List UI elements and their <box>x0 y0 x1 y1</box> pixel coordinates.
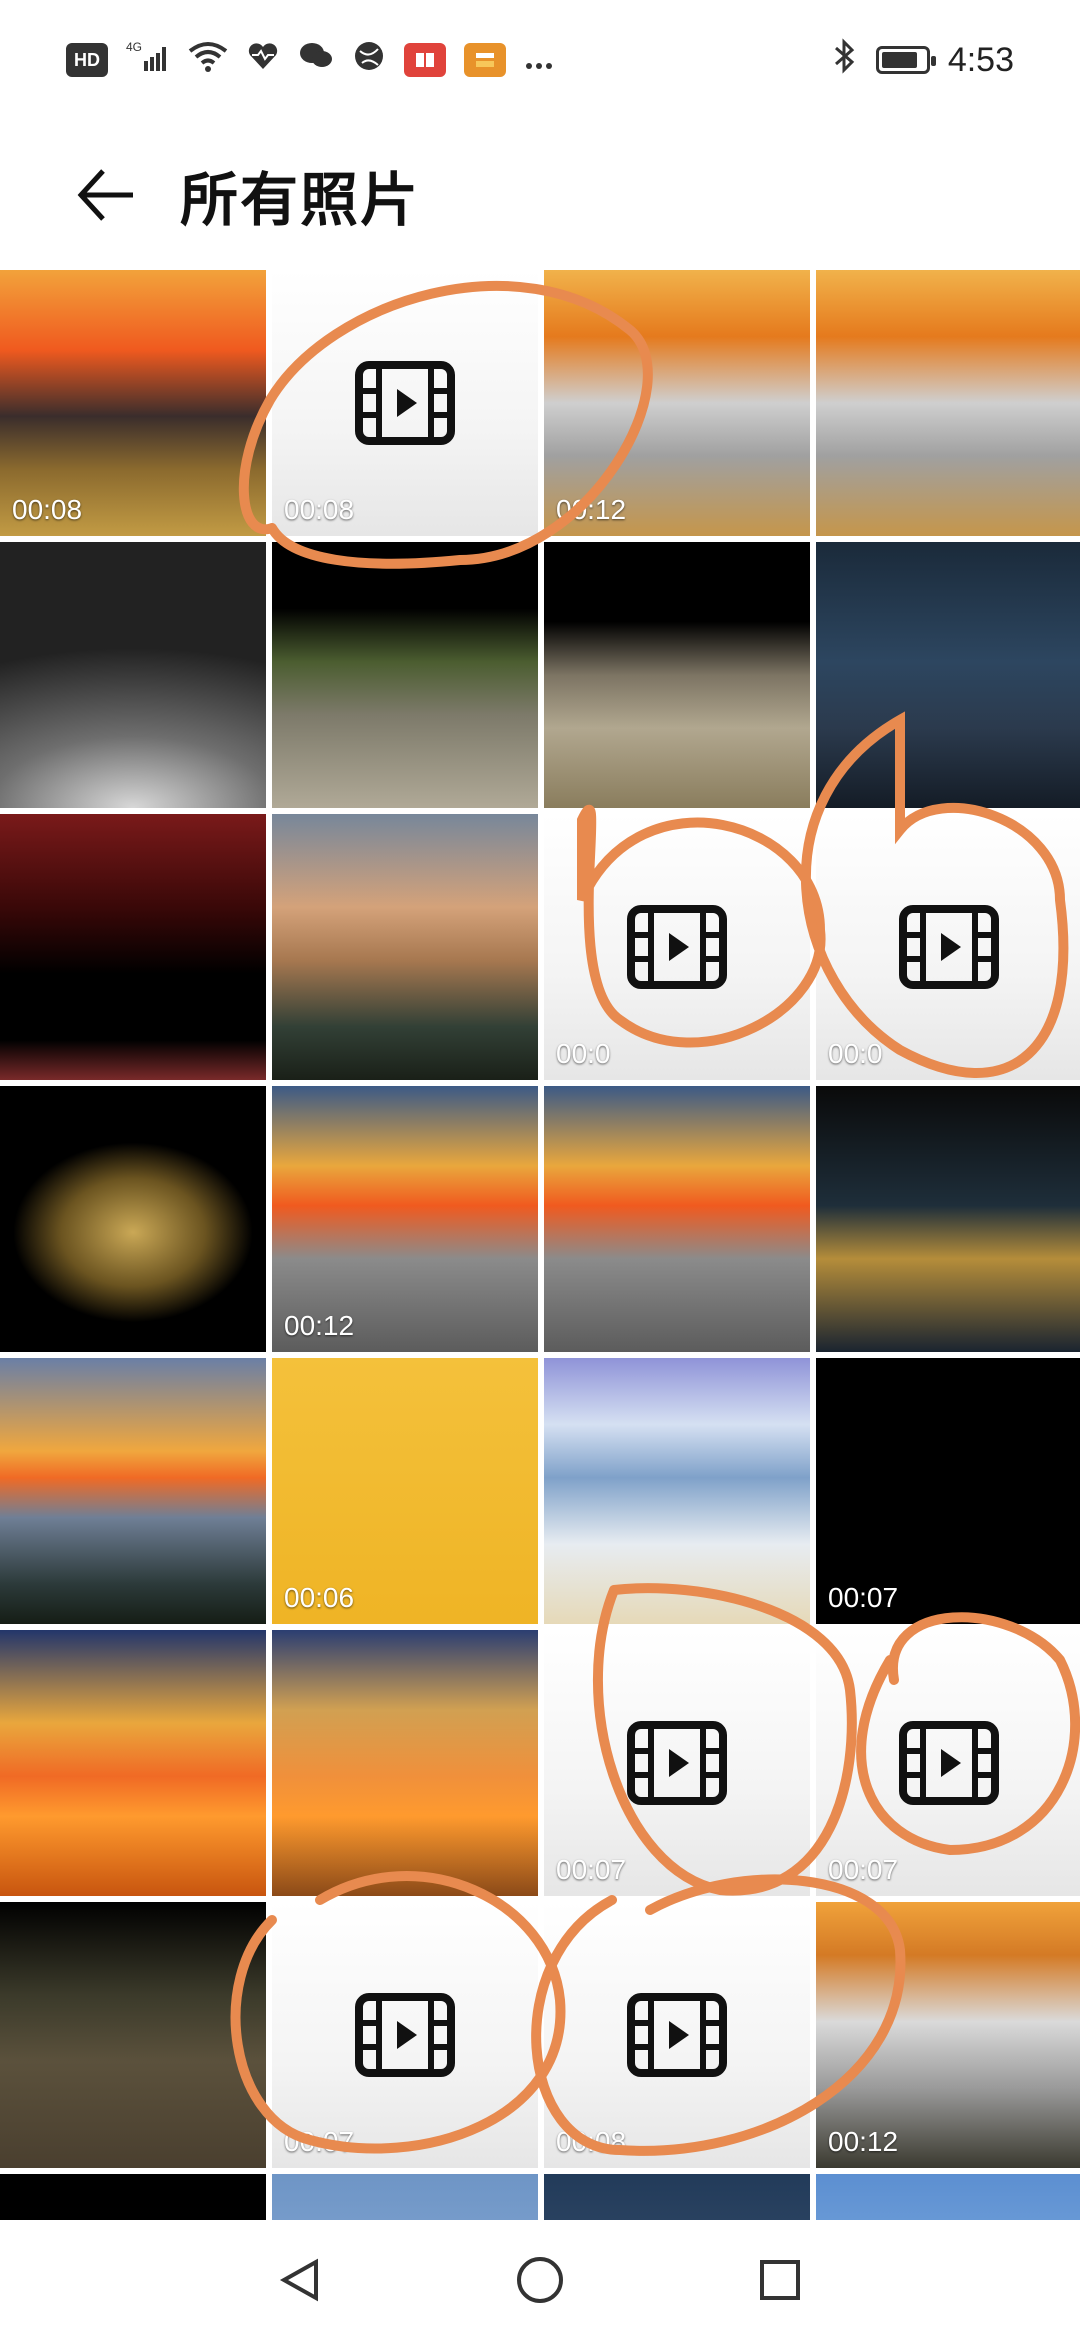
photo-thumbnail[interactable]: 00:06 <box>272 1358 538 1624</box>
shopping-app-icon <box>464 43 506 77</box>
video-play-icon <box>627 1993 727 2077</box>
photo-thumbnail[interactable] <box>0 1086 266 1352</box>
wechat-icon <box>298 39 334 82</box>
bluetooth-icon <box>832 37 858 83</box>
photo-thumbnail[interactable]: 00:12 <box>816 1902 1080 2168</box>
back-button[interactable] <box>70 160 140 230</box>
photo-thumbnail[interactable] <box>272 542 538 808</box>
recents-square-icon <box>760 2260 800 2300</box>
video-duration: 00:08 <box>12 494 83 525</box>
photo-thumbnail[interactable]: 00:12 <box>544 270 810 536</box>
photo-thumbnail[interactable] <box>0 1358 266 1624</box>
photo-thumbnail[interactable] <box>0 1630 266 1896</box>
video-play-icon <box>899 1721 999 1805</box>
photo-thumbnail[interactable] <box>816 542 1080 808</box>
status-right: 4:53 <box>832 37 1014 83</box>
page-title: 所有照片 <box>180 168 421 233</box>
photo-thumbnail[interactable] <box>272 2174 538 2220</box>
arrow-left-icon <box>77 169 133 221</box>
home-circle-icon <box>517 2257 563 2303</box>
video-duration: 00:0 <box>556 1038 611 1069</box>
photo-thumbnail[interactable] <box>544 2174 810 2220</box>
photo-thumbnail[interactable] <box>544 542 810 808</box>
svg-text:4G: 4G <box>126 40 142 54</box>
photo-thumbnail[interactable] <box>0 814 266 1080</box>
video-duration: 00:07 <box>828 1582 899 1613</box>
system-nav-bar <box>0 2220 1080 2340</box>
photo-thumbnail[interactable]: 00:08 <box>0 270 266 536</box>
video-duration: 00:12 <box>556 494 627 525</box>
signal-4g-icon: 4G <box>126 39 170 82</box>
photo-thumbnail[interactable] <box>0 1902 266 2168</box>
video-duration: 00:08 <box>556 2126 627 2157</box>
wifi-icon <box>188 39 228 82</box>
photo-thumbnail[interactable] <box>816 1086 1080 1352</box>
video-duration: 00:12 <box>284 1310 355 1341</box>
photo-thumbnail[interactable] <box>0 542 266 808</box>
video-thumbnail[interactable]: 00:07 <box>544 1630 810 1896</box>
video-play-icon <box>627 905 727 989</box>
nav-recents-button[interactable] <box>750 2250 810 2310</box>
app-header: 所有照片 <box>0 120 1080 270</box>
photo-thumbnail[interactable]: 00:07 <box>816 1358 1080 1624</box>
video-thumbnail[interactable]: 00:0 <box>816 814 1080 1080</box>
video-thumbnail[interactable]: 00:08 <box>544 1902 810 2168</box>
photo-thumbnail[interactable]: 00:12 <box>272 1086 538 1352</box>
video-thumbnail[interactable]: 00:07 <box>816 1630 1080 1896</box>
back-triangle-icon <box>279 2258 318 2302</box>
more-dots-icon <box>524 41 554 80</box>
status-left: HD 4G <box>66 39 554 82</box>
video-play-icon <box>355 1993 455 2077</box>
video-duration: 00:06 <box>284 1582 355 1613</box>
book-app-icon <box>404 43 446 77</box>
photo-thumbnail[interactable] <box>272 1630 538 1896</box>
video-play-icon <box>355 361 455 445</box>
photo-thumbnail[interactable] <box>272 814 538 1080</box>
nav-home-button[interactable] <box>510 2250 570 2310</box>
video-play-icon <box>899 905 999 989</box>
photo-thumbnail[interactable] <box>816 2174 1080 2220</box>
video-thumbnail[interactable]: 00:07 <box>272 1902 538 2168</box>
video-duration: 00:07 <box>828 1854 899 1885</box>
video-duration: 00:0 <box>828 1038 883 1069</box>
video-thumbnail[interactable]: 00:0 <box>544 814 810 1080</box>
photo-grid: 00:08 00:08 00:12 00:0 00:0 00:12 00:06 00:07 00… <box>0 270 1080 2220</box>
health-icon <box>246 39 280 82</box>
status-time: 4:53 <box>947 40 1014 79</box>
video-duration: 00:12 <box>828 2126 899 2157</box>
status-bar: HD 4G 4:53 <box>0 0 1080 120</box>
video-play-icon <box>627 1721 727 1805</box>
nav-back-button[interactable] <box>270 2250 330 2310</box>
video-duration: 00:08 <box>284 494 355 525</box>
photo-thumbnail[interactable] <box>544 1358 810 1624</box>
video-thumbnail[interactable]: 00:08 <box>272 270 538 536</box>
battery-icon <box>875 46 936 74</box>
photo-thumbnail[interactable] <box>816 270 1080 536</box>
photo-thumbnail[interactable] <box>0 2174 266 2220</box>
video-duration: 00:07 <box>556 1854 627 1885</box>
photo-thumbnail[interactable] <box>544 1086 810 1352</box>
globe-icon <box>352 39 386 82</box>
hd-icon: HD <box>66 43 108 77</box>
video-duration: 00:07 <box>284 2126 355 2157</box>
